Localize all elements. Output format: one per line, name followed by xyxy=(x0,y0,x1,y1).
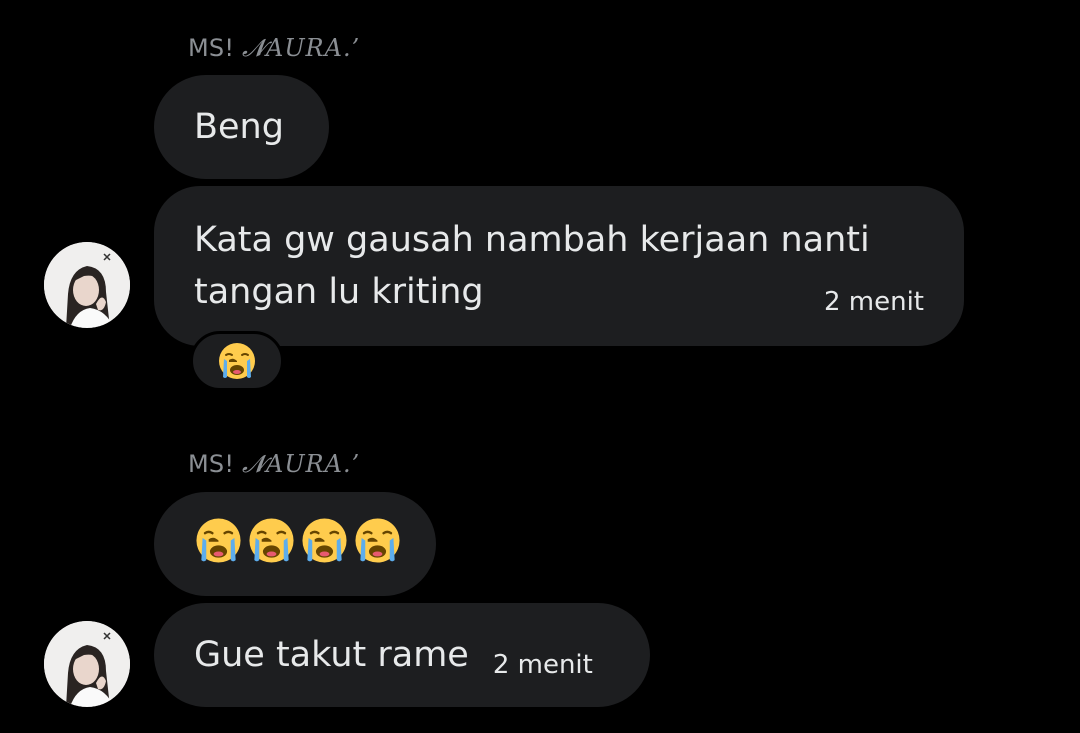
sender-name-prefix: MS! xyxy=(188,34,242,62)
avatar[interactable] xyxy=(44,621,130,707)
loudly-crying-face-icon xyxy=(217,341,257,381)
message-text: Beng xyxy=(194,107,284,147)
emoji-message xyxy=(194,516,436,565)
message-timestamp: 2 menit xyxy=(823,287,924,317)
message-bubble-beng[interactable]: Beng xyxy=(154,75,329,179)
message-bubble-gue-takut-rame[interactable]: Gue takut rame 2 menit xyxy=(154,603,650,707)
loudly-crying-face-icon xyxy=(247,516,296,565)
sender-name: MS! 𝓝𝐴𝑈𝑅𝐴.’ xyxy=(188,450,360,478)
loudly-crying-face-icon xyxy=(194,516,243,565)
message-text: Gue takut rame xyxy=(194,635,469,675)
message-bubble-kata-gw[interactable]: Kata gw gausah nambah kerjaan nanti tang… xyxy=(154,186,964,346)
avatar-photo xyxy=(44,242,130,328)
message-bubble-emojis[interactable] xyxy=(154,492,436,596)
avatar[interactable] xyxy=(44,242,130,328)
message-timestamp: 2 menit xyxy=(492,650,593,680)
message-reaction[interactable] xyxy=(190,331,284,391)
message-text-line1: Kata gw gausah nambah kerjaan nanti xyxy=(194,220,870,260)
sender-name-prefix: MS! xyxy=(188,450,242,478)
message-text-line2: tangan lu kriting xyxy=(194,272,484,312)
loudly-crying-face-icon xyxy=(353,516,402,565)
loudly-crying-face-icon xyxy=(300,516,349,565)
sender-name: MS! 𝓝𝐴𝑈𝑅𝐴.’ xyxy=(188,34,360,62)
sender-name-fancy: 𝓝𝐴𝑈𝑅𝐴.’ xyxy=(242,450,361,478)
sender-name-fancy: 𝓝𝐴𝑈𝑅𝐴.’ xyxy=(242,34,361,62)
avatar-photo xyxy=(44,621,130,707)
